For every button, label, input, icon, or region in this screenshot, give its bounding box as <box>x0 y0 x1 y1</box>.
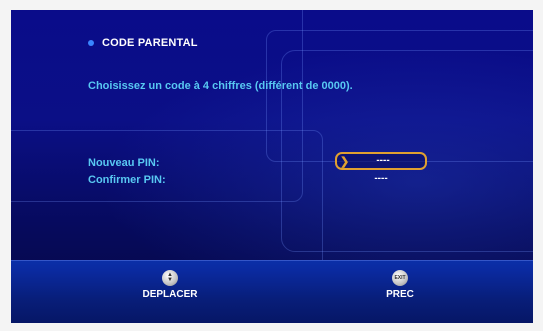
back-label: PREC <box>386 289 414 300</box>
exit-icon: EXIT <box>392 270 408 286</box>
move-label: DEPLACER <box>142 289 198 300</box>
new-pin-label: Nouveau PIN: <box>88 157 160 169</box>
confirm-pin-field[interactable]: ---- <box>335 173 427 184</box>
bullet-dot-icon <box>88 40 94 46</box>
up-down-arrows-icon: ▲ ▼ <box>162 270 178 286</box>
page-title: CODE PARENTAL <box>102 37 198 49</box>
move-button[interactable]: ▲ ▼ DEPLACER <box>130 270 210 300</box>
instruction-text: Choisissez un code à 4 chiffres (différe… <box>88 80 353 92</box>
new-pin-value: ---- <box>376 155 390 166</box>
page-header: CODE PARENTAL <box>88 37 198 49</box>
confirm-pin-label: Confirmer PIN: <box>88 174 166 186</box>
exit-icon-text: EXIT <box>394 275 406 281</box>
new-pin-field[interactable]: ❯ ---- <box>335 152 427 170</box>
back-button[interactable]: EXIT PREC <box>360 270 440 300</box>
